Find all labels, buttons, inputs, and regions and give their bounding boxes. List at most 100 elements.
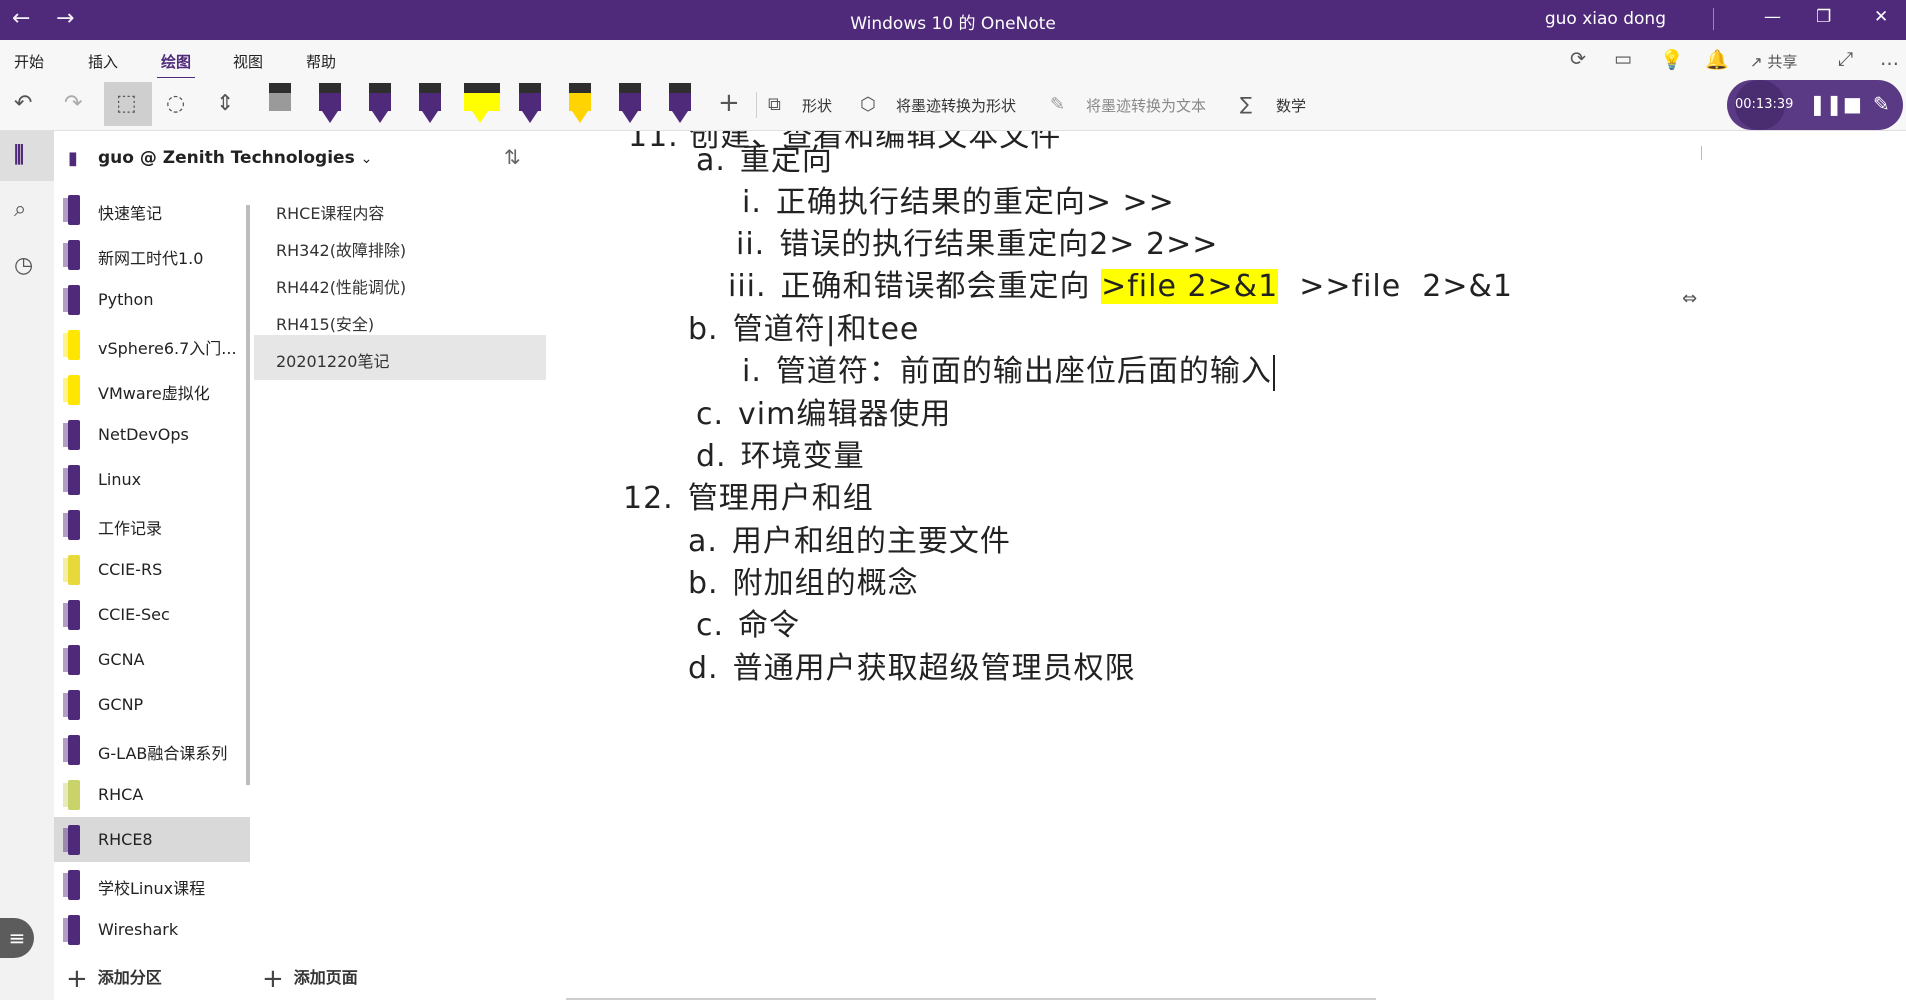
- note-line[interactable]: 12. 管理用户和组: [623, 473, 874, 517]
- page-item[interactable]: 20201220笔记: [254, 335, 546, 380]
- minimize-button[interactable]: —: [1764, 7, 1781, 27]
- pen-tool-7[interactable]: [669, 83, 691, 125]
- notebooks-icon[interactable]: ⫼: [14, 143, 24, 168]
- share-button[interactable]: ↗ 共享: [1750, 51, 1797, 72]
- section-color-tab: [63, 465, 80, 495]
- section-item[interactable]: 工作记录: [54, 502, 250, 547]
- add-space-select-icon[interactable]: ◌: [166, 91, 185, 116]
- note-canvas[interactable]: 11. 创建、查看和编辑文本文件 a. 重定向 i. 正确执行结果的重定向> >> ii…: [566, 131, 1906, 1000]
- math-button[interactable]: 数学: [1276, 95, 1306, 116]
- section-item[interactable]: vSphere6.7入门...: [54, 322, 250, 367]
- resize-handle-icon[interactable]: ⇔: [1682, 288, 1697, 309]
- note-line[interactable]: d. 环境变量: [696, 431, 865, 475]
- tab-draw[interactable]: 绘图: [156, 51, 196, 80]
- section-item[interactable]: RHCE8: [54, 817, 250, 862]
- section-item[interactable]: NetDevOps: [54, 412, 250, 457]
- highlighter-tool[interactable]: [464, 83, 500, 125]
- section-item[interactable]: CCIE-Sec: [54, 592, 250, 637]
- tab-view[interactable]: 视图: [233, 51, 263, 72]
- note-line[interactable]: b. 管道符|和tee: [688, 304, 919, 348]
- pen-tool-5[interactable]: [569, 83, 591, 125]
- fullscreen-icon[interactable]: ⤢: [1838, 48, 1853, 70]
- tab-home[interactable]: 开始: [14, 51, 44, 72]
- note-line[interactable]: c. 命令: [696, 600, 800, 644]
- notebook-name[interactable]: guo @ Zenith Technologies ⌄: [98, 148, 372, 168]
- note-line[interactable]: a. 用户和组的主要文件: [688, 516, 1011, 560]
- note-text: 错误的执行结果重定向2> 2>>: [779, 227, 1219, 262]
- ink-to-text-button[interactable]: 将墨迹转换为文本: [1086, 95, 1206, 116]
- section-item[interactable]: 快速笔记: [54, 187, 250, 232]
- section-label: Python: [98, 290, 154, 309]
- add-pen-icon[interactable]: +: [718, 88, 740, 118]
- section-item[interactable]: RHCA: [54, 772, 250, 817]
- tab-insert[interactable]: 插入: [88, 51, 118, 72]
- redo-icon[interactable]: ↷: [64, 91, 82, 116]
- note-line[interactable]: a. 重定向: [696, 135, 833, 179]
- section-color-tab: [63, 510, 80, 540]
- section-item[interactable]: CCIE-RS: [54, 547, 250, 592]
- note-line[interactable]: b. 附加组的概念: [688, 558, 919, 602]
- note-line[interactable]: d. 普通用户获取超级管理员权限: [688, 643, 1136, 687]
- draw-pen-icon[interactable]: ✎: [1873, 92, 1890, 116]
- shapes-icon[interactable]: ⧉: [768, 94, 781, 115]
- sort-icon[interactable]: ⇅: [504, 145, 521, 169]
- add-section-button[interactable]: + 添加分区: [66, 960, 162, 994]
- section-item[interactable]: Linux: [54, 457, 250, 502]
- page-view-icon[interactable]: ▭: [1614, 48, 1632, 70]
- note-line[interactable]: i. 正确执行结果的重定向> >>: [742, 177, 1175, 221]
- sync-icon[interactable]: ⟳: [1570, 48, 1586, 70]
- pen-color-swatch: [319, 93, 341, 111]
- pen-tool-2[interactable]: [319, 83, 341, 125]
- section-item[interactable]: VMware虚拟化: [54, 367, 250, 412]
- section-item[interactable]: GCNA: [54, 637, 250, 682]
- lasso-select-button[interactable]: ⬚: [104, 82, 152, 126]
- pen-tool-1[interactable]: [269, 83, 291, 125]
- section-item[interactable]: GCNP: [54, 682, 250, 727]
- share-label: 共享: [1767, 53, 1798, 71]
- section-item[interactable]: G-LAB融合课系列: [54, 727, 250, 772]
- account-name[interactable]: guo xiao dong: [1545, 9, 1666, 29]
- ink-to-text-icon[interactable]: ✎: [1050, 94, 1065, 115]
- note-text: 命令: [738, 608, 801, 643]
- pen-tool-6[interactable]: [619, 83, 641, 125]
- notebook-header[interactable]: ▮ guo @ Zenith Technologies ⌄ ⇅: [54, 131, 558, 187]
- lightbulb-icon[interactable]: 💡: [1660, 48, 1684, 71]
- ink-to-shape-icon[interactable]: ⬡: [860, 94, 876, 115]
- tab-help[interactable]: 帮助: [306, 51, 336, 72]
- search-icon[interactable]: ⌕: [14, 197, 26, 222]
- ink-to-shape-button[interactable]: 将墨迹转换为形状: [896, 95, 1016, 116]
- pencil-tool[interactable]: [519, 83, 541, 125]
- section-item[interactable]: 学校Linux课程: [54, 862, 250, 907]
- note-line[interactable]: ii. 错误的执行结果重定向2> 2>>: [736, 219, 1218, 263]
- close-button[interactable]: ✕: [1874, 7, 1888, 27]
- add-page-button[interactable]: + 添加页面: [262, 960, 358, 994]
- recent-icon[interactable]: ◷: [14, 253, 33, 278]
- bell-icon[interactable]: 🔔: [1705, 48, 1729, 71]
- canvas-scroll-indicator[interactable]: [1701, 146, 1702, 160]
- section-color-tab: [63, 240, 80, 270]
- section-item[interactable]: Python: [54, 277, 250, 322]
- section-item[interactable]: 新网工时代1.0: [54, 232, 250, 277]
- note-line[interactable]: c. vim编辑器使用: [696, 389, 951, 433]
- section-scrollbar[interactable]: [246, 205, 250, 785]
- note-line[interactable]: iii. 正确和错误都会重定向 >file 2>&1 >>file 2>&1: [728, 261, 1513, 305]
- pause-icon[interactable]: ❚❚: [1809, 92, 1843, 116]
- pen-tool-4[interactable]: [419, 83, 441, 125]
- section-item[interactable]: Wireshark: [54, 907, 250, 952]
- stop-icon[interactable]: ■: [1843, 92, 1862, 116]
- insert-space-icon[interactable]: ⇕: [216, 91, 234, 116]
- restore-button[interactable]: ❐: [1816, 7, 1831, 27]
- pen-tool-3[interactable]: [369, 83, 391, 125]
- note-text: 管道符|和tee: [732, 312, 920, 347]
- section-label: Wireshark: [98, 920, 179, 939]
- more-options-icon[interactable]: …: [1880, 48, 1899, 70]
- math-icon[interactable]: ∑: [1240, 94, 1252, 115]
- add-section-label: 添加分区: [97, 968, 162, 987]
- section-label: Linux: [98, 470, 142, 489]
- note-line[interactable]: i. 管道符：前面的输出座位后面的输入: [742, 346, 1275, 391]
- undo-icon[interactable]: ↶: [14, 91, 32, 116]
- toolbar-divider: [756, 92, 757, 118]
- notebook-name-text: guo @ Zenith Technologies: [98, 148, 355, 168]
- shapes-button[interactable]: 形状: [802, 95, 832, 116]
- pen-color-swatch: [419, 93, 441, 111]
